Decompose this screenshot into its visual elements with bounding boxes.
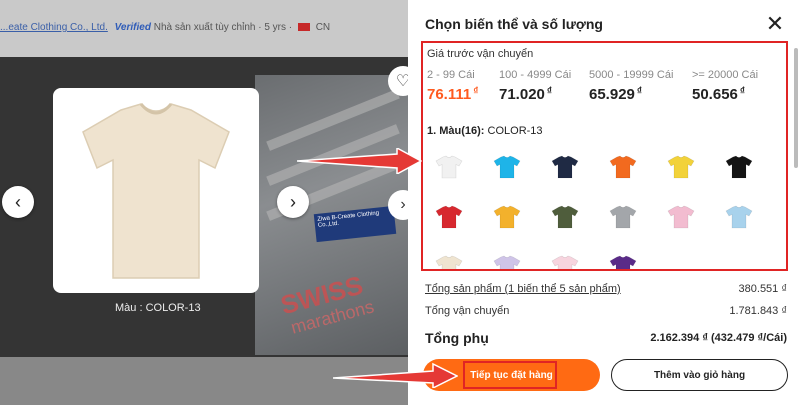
color-swatch-beige[interactable] xyxy=(429,249,469,269)
color-swatch-army-green[interactable] xyxy=(545,199,585,235)
price-label: Giá trước vận chuyển xyxy=(427,48,534,60)
color-swatch-gold[interactable] xyxy=(487,199,527,235)
factory-label-card: Ziwa B-Create Clothing Co.,Ltd. xyxy=(313,205,397,243)
color-swatch-cyan[interactable] xyxy=(487,149,527,185)
next-image-button[interactable]: › xyxy=(277,186,309,218)
color-label: 1. Màu(16): COLOR-13 xyxy=(427,125,543,137)
subtotal-row: Tổng phụ 2.162.394 ₫ (432.479 ₫/Cái) xyxy=(425,330,787,346)
color-swatch-lavender[interactable] xyxy=(487,249,527,269)
continue-annotation-box xyxy=(463,361,557,389)
close-icon: ✕ xyxy=(765,11,785,36)
close-button[interactable]: ✕ xyxy=(764,11,786,36)
tier-price: 71.020 ₫ xyxy=(499,86,553,103)
shipping-total-label: Tổng vận chuyển xyxy=(425,305,510,317)
color-swatch-orange[interactable] xyxy=(603,149,643,185)
price-tier: 100 - 4999 Cái 71.020 ₫ xyxy=(499,69,571,103)
color-swatch-pink[interactable] xyxy=(661,199,701,235)
shipping-total-row: Tổng vận chuyển 1.781.843 ₫ xyxy=(425,305,787,317)
favorite-button[interactable]: ♡ xyxy=(388,66,410,96)
supplier-country: CN xyxy=(315,22,331,33)
price-tier: >= 20000 Cái 50.656 ₫ xyxy=(692,69,758,103)
subtotal-label: Tổng phụ xyxy=(425,330,489,346)
prev-image-button[interactable]: ‹ xyxy=(2,186,34,218)
shipping-total-value: 1.781.843 ₫ xyxy=(729,305,787,317)
gallery-next-button[interactable]: › xyxy=(388,190,410,220)
tier-price: 50.656 ₫ xyxy=(692,86,746,103)
supplier-meta: Nhà sản xuất tùy chỉnh · 5 yrs · xyxy=(153,22,293,33)
china-flag-icon xyxy=(297,23,310,32)
color-swatch-light-blue[interactable] xyxy=(719,199,759,235)
tier-range: 5000 - 19999 Cái xyxy=(589,69,674,81)
subtotal-value: 2.162.394 ₫ (432.479 ₫/Cái) xyxy=(650,332,787,344)
verified-badge: Verified xyxy=(114,22,151,33)
annotation-arrow-icon xyxy=(333,362,458,388)
color-swatch-yellow[interactable] xyxy=(661,149,701,185)
color-swatch-purple[interactable] xyxy=(603,249,643,269)
annotation-arrow-icon xyxy=(297,148,422,174)
tier-range: 2 - 99 Cái xyxy=(427,69,475,81)
color-swatch-light-pink[interactable] xyxy=(545,249,585,269)
tier-range: 100 - 4999 Cái xyxy=(499,69,572,81)
chevron-right-icon: › xyxy=(400,196,406,213)
products-total-label[interactable]: Tổng sản phẩm (1 biến thể 5 sản phẩm) xyxy=(425,283,621,295)
supplier-header: ...eate Clothing Co., Ltd. Verified Nhà … xyxy=(0,0,410,57)
supplier-info: ...eate Clothing Co., Ltd. Verified Nhà … xyxy=(0,22,330,33)
color-swatch-gray[interactable] xyxy=(603,199,643,235)
supplier-name[interactable]: ...eate Clothing Co., Ltd. xyxy=(0,22,108,33)
add-to-cart-button[interactable]: Thêm vào giỏ hàng xyxy=(611,359,788,391)
color-swatch-navy[interactable] xyxy=(545,149,585,185)
tier-price: 65.929 ₫ xyxy=(589,86,643,103)
variant-selection-area: Giá trước vận chuyển 2 - 99 Cái 76.111 ₫ … xyxy=(421,41,788,271)
image-color-caption: Màu : COLOR-13 xyxy=(115,302,201,314)
products-total-row: Tổng sản phẩm (1 biến thể 5 sản phẩm) 38… xyxy=(425,283,787,295)
product-image-card[interactable] xyxy=(53,88,259,293)
drawer-title: Chọn biến thể và số lượng xyxy=(425,16,603,32)
background-page: ...eate Clothing Co., Ltd. Verified Nhà … xyxy=(0,0,410,405)
variant-drawer: Chọn biến thể và số lượng ✕ Giá trước vậ… xyxy=(408,0,800,405)
scrollbar[interactable] xyxy=(794,48,798,168)
factory-photo: Ziwa B-Create Clothing Co.,Ltd. SWISS ma… xyxy=(255,75,410,355)
price-tier: 5000 - 19999 Cái 65.929 ₫ xyxy=(589,69,673,103)
chevron-left-icon: ‹ xyxy=(15,191,21,212)
tier-range: >= 20000 Cái xyxy=(692,69,759,81)
color-swatch-red[interactable] xyxy=(429,199,469,235)
color-swatch-black[interactable] xyxy=(719,149,759,185)
color-swatch-white[interactable] xyxy=(429,149,469,185)
tshirt-image xyxy=(82,103,230,279)
price-tier: 2 - 99 Cái 76.111 ₫ xyxy=(427,69,478,103)
products-total-value: 380.551 ₫ xyxy=(738,283,787,295)
tier-price: 76.111 ₫ xyxy=(427,86,479,103)
chevron-right-icon: › xyxy=(290,191,296,212)
